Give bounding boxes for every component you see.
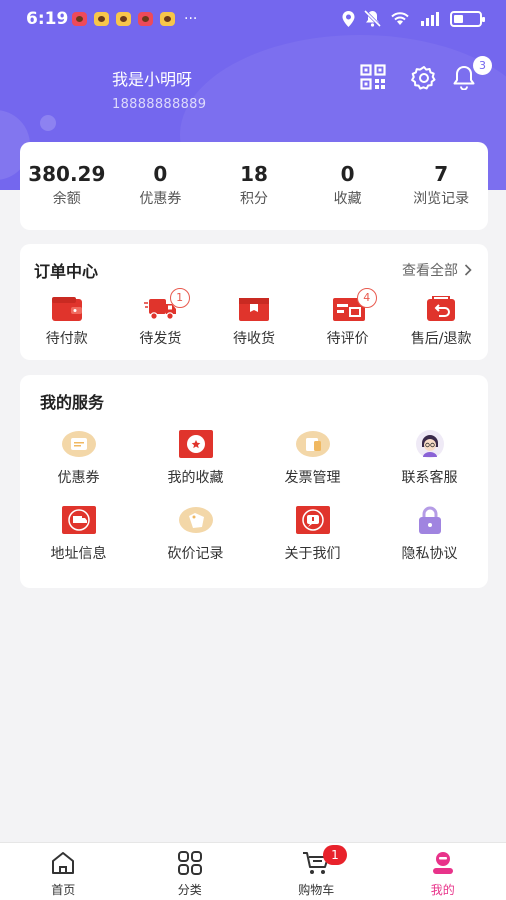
- stat-favorites[interactable]: 0 收藏: [301, 142, 395, 230]
- service-label: 联系客服: [401, 470, 458, 486]
- qr-code-icon: [360, 64, 386, 90]
- status-time: 6:19: [26, 9, 69, 29]
- category-icon: [177, 851, 202, 875]
- cart-count-badge: 1: [323, 845, 347, 865]
- order-pending-shipment[interactable]: 1 待发货: [114, 288, 208, 348]
- stat-history[interactable]: 7 浏览记录: [394, 142, 488, 230]
- stat-value: 7: [434, 162, 449, 186]
- location-icon: [342, 10, 355, 27]
- status-more: ···: [184, 11, 198, 27]
- my-services-title: 我的服务: [40, 393, 105, 412]
- stat-value: 0: [153, 162, 168, 186]
- service-bargain-history[interactable]: 砍价记录: [137, 505, 254, 563]
- order-label: 待收货: [232, 331, 275, 347]
- coupon-icon: [61, 431, 96, 457]
- view-all-orders-link[interactable]: 查看全部: [402, 260, 472, 280]
- service-coupons[interactable]: 优惠券: [20, 429, 137, 487]
- service-label: 地址信息: [50, 546, 107, 562]
- user-name[interactable]: 我是小明呀: [112, 66, 192, 90]
- gear-icon: [411, 66, 436, 90]
- stat-value: 0: [340, 162, 355, 186]
- qr-code-button[interactable]: [360, 64, 388, 92]
- notification-badge: 3: [473, 56, 492, 75]
- notifications-button[interactable]: 3: [452, 56, 492, 92]
- my-services-card: 我的服务 优惠券 我的收藏 发票管理 联系客服 地址信息 砍价记录 关于我们 隐…: [20, 375, 488, 588]
- order-pending-receipt[interactable]: 待收货: [207, 296, 301, 348]
- lock-icon: [418, 506, 441, 534]
- service-label: 优惠券: [57, 470, 100, 486]
- app-notification-icon: [94, 12, 109, 26]
- service-label: 我的收藏: [167, 470, 224, 486]
- service-customer-support[interactable]: 联系客服: [371, 429, 488, 487]
- tab-label: 购物车: [298, 883, 335, 897]
- bargain-icon: [178, 507, 213, 533]
- order-center-card: 订单中心 查看全部 待付款 1 待发货 待收货 4 待评价 售后/退款: [20, 244, 488, 360]
- invoice-icon: [295, 431, 330, 457]
- order-pending-payment[interactable]: 待付款: [20, 296, 114, 348]
- box-icon: [238, 298, 269, 321]
- service-address[interactable]: 地址信息: [20, 505, 137, 563]
- tab-label: 分类: [177, 883, 202, 897]
- service-label: 关于我们: [284, 546, 341, 562]
- decorative-circle: [40, 115, 56, 131]
- tab-profile[interactable]: 我的: [380, 843, 506, 900]
- order-count-badge: 4: [356, 288, 377, 308]
- battery-icon: [450, 10, 485, 27]
- order-label: 待发货: [139, 331, 182, 347]
- signal-icon: [421, 12, 439, 26]
- service-privacy-policy[interactable]: 隐私协议: [371, 505, 488, 563]
- service-favorites[interactable]: 我的收藏: [137, 429, 254, 487]
- stat-value: 18: [240, 162, 268, 186]
- stat-label: 收藏: [333, 191, 362, 207]
- address-icon: [61, 506, 96, 534]
- tab-home[interactable]: 首页: [0, 843, 127, 900]
- tab-cart[interactable]: 1 购物车: [253, 843, 380, 900]
- order-label: 售后/退款: [410, 331, 472, 347]
- order-after-sales[interactable]: 售后/退款: [394, 295, 488, 348]
- service-label: 隐私协议: [401, 546, 458, 562]
- order-center-title: 订单中心: [34, 262, 99, 281]
- tab-label: 我的: [430, 883, 455, 897]
- stat-balance[interactable]: 380.29 余额: [20, 142, 114, 230]
- chevron-right-icon: [464, 264, 472, 276]
- favorite-icon: [178, 430, 213, 458]
- profile-icon: [432, 852, 453, 874]
- notification-app-icons: ···: [72, 11, 197, 27]
- system-icons: [342, 10, 485, 27]
- order-pending-review[interactable]: 4 待评价: [301, 288, 395, 348]
- bottom-tab-bar: 首页 分类 1 购物车 我的: [0, 842, 506, 900]
- about-icon: [295, 506, 330, 534]
- user-phone: 18888888889: [112, 97, 207, 112]
- home-icon: [52, 852, 75, 874]
- account-stats-card: 380.29 余额 0 优惠券 18 积分 0 收藏 7 浏览记录: [20, 142, 488, 230]
- service-label: 砍价记录: [167, 546, 224, 562]
- app-notification-icon: [72, 12, 87, 26]
- app-notification-icon: [116, 12, 131, 26]
- service-invoices[interactable]: 发票管理: [254, 429, 371, 487]
- mute-icon: [364, 10, 381, 27]
- stat-value: 380.29: [28, 162, 106, 186]
- stat-coupons[interactable]: 0 优惠券: [114, 142, 208, 230]
- tab-category[interactable]: 分类: [127, 843, 254, 900]
- stat-points[interactable]: 18 积分: [207, 142, 301, 230]
- service-label: 发票管理: [284, 470, 341, 486]
- wallet-icon: [51, 297, 82, 321]
- order-label: 待付款: [45, 331, 88, 347]
- stat-label: 积分: [239, 191, 268, 207]
- order-count-badge: 1: [169, 288, 190, 308]
- view-all-label: 查看全部: [402, 263, 458, 279]
- service-about-us[interactable]: 关于我们: [254, 505, 371, 563]
- return-icon: [427, 295, 456, 321]
- stat-label: 优惠券: [139, 191, 182, 207]
- customer-service-icon: [415, 430, 444, 458]
- tab-label: 首页: [51, 883, 76, 897]
- stat-label: 余额: [52, 191, 81, 207]
- order-label: 待评价: [326, 331, 369, 347]
- app-notification-icon: [160, 12, 175, 26]
- stat-label: 浏览记录: [413, 191, 470, 207]
- wifi-icon: [391, 12, 409, 25]
- app-notification-icon: [138, 12, 153, 26]
- settings-button[interactable]: [410, 64, 438, 92]
- status-bar: 6:19 ···: [0, 0, 506, 38]
